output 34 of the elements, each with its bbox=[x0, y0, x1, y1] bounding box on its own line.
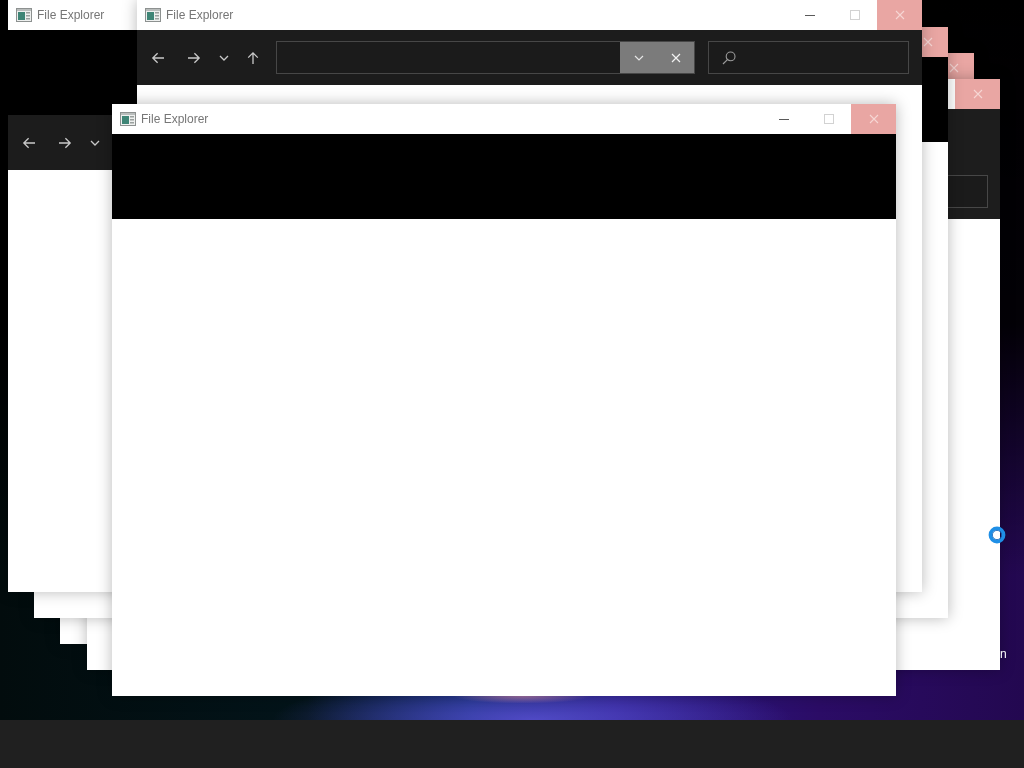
close-icon bbox=[894, 10, 905, 20]
maximize-icon[interactable] bbox=[823, 114, 834, 124]
search-icon bbox=[722, 50, 736, 65]
chevron-down-icon[interactable] bbox=[90, 139, 100, 146]
up-arrow-icon[interactable] bbox=[247, 50, 259, 65]
clear-button[interactable] bbox=[657, 42, 694, 73]
minimize-icon[interactable] bbox=[778, 118, 789, 120]
close-icon bbox=[923, 37, 933, 47]
left-arrow-icon[interactable] bbox=[151, 50, 165, 65]
search-field[interactable] bbox=[708, 41, 909, 74]
close-icon bbox=[670, 52, 681, 63]
left-arrow-icon[interactable] bbox=[22, 135, 36, 150]
close-button[interactable] bbox=[922, 27, 948, 57]
window-title: File Explorer bbox=[37, 8, 105, 22]
close-icon bbox=[972, 89, 983, 99]
dropdown-button[interactable] bbox=[620, 42, 657, 73]
right-arrow-icon[interactable] bbox=[58, 135, 72, 150]
address-field[interactable] bbox=[276, 41, 695, 74]
close-icon bbox=[868, 114, 879, 124]
search-field[interactable] bbox=[948, 175, 988, 208]
close-icon bbox=[949, 63, 959, 73]
window-icon bbox=[145, 8, 161, 22]
chevron-down-icon[interactable] bbox=[219, 54, 229, 61]
window-title: File Explorer bbox=[141, 112, 209, 126]
right-arrow-icon[interactable] bbox=[187, 50, 201, 65]
window-icon bbox=[120, 112, 136, 126]
close-button[interactable] bbox=[955, 79, 1000, 109]
maximize-icon[interactable] bbox=[849, 10, 860, 20]
window-icon bbox=[16, 8, 32, 22]
ring-icon bbox=[988, 526, 1006, 544]
desktop-icon-label: n bbox=[1000, 647, 1007, 661]
chevron-down-icon bbox=[633, 54, 644, 61]
window-title: File Explorer bbox=[166, 8, 234, 22]
minimize-icon[interactable] bbox=[804, 14, 815, 16]
